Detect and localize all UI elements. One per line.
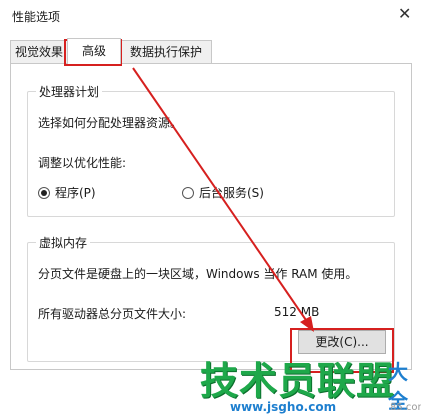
total-paging-value: 512 MB: [274, 305, 320, 319]
change-button[interactable]: 更改(C)...: [298, 330, 386, 354]
processor-description: 选择如何分配处理器资源。: [38, 116, 183, 130]
tab-panel-advanced: 处理器计划 选择如何分配处理器资源。 调整以优化性能: 程序(P) 后台服务(S…: [10, 63, 412, 370]
watermark-url: www.jsgho.com: [230, 400, 337, 414]
radio-background-services[interactable]: 后台服务(S): [182, 184, 264, 201]
tab-visual-effects[interactable]: 视觉效果: [10, 40, 68, 63]
virtual-memory-description: 分页文件是硬盘上的一块区域，Windows 当作 RAM 使用。: [38, 267, 358, 281]
processor-scheduling-group: 处理器计划 选择如何分配处理器资源。 调整以优化性能: 程序(P) 后台服务(S…: [27, 83, 395, 217]
processor-scheduling-title: 处理器计划: [36, 83, 103, 100]
watermark-url-secondary: 85.com: [390, 402, 421, 413]
total-paging-label: 所有驱动器总分页文件大小:: [38, 307, 187, 321]
radio-programs[interactable]: 程序(P): [38, 184, 96, 201]
radio-services-indicator: [182, 186, 194, 199]
tab-strip: 视觉效果 高级 数据执行保护: [10, 38, 410, 64]
title-bar: 性能选项 ✕: [0, 0, 421, 32]
window-title: 性能选项: [12, 10, 61, 24]
optimize-label: 调整以优化性能:: [38, 156, 127, 170]
virtual-memory-group: 虚拟内存 分页文件是硬盘上的一块区域，Windows 当作 RAM 使用。 所有…: [27, 234, 395, 362]
radio-services-label: 后台服务(S): [199, 186, 264, 200]
radio-programs-label: 程序(P): [55, 186, 96, 200]
radio-programs-indicator: [38, 186, 50, 199]
virtual-memory-title: 虚拟内存: [36, 234, 91, 251]
close-icon[interactable]: ✕: [398, 5, 411, 23]
tab-advanced[interactable]: 高级: [67, 38, 121, 64]
tab-data-execution-prevention[interactable]: 数据执行保护: [120, 40, 212, 63]
